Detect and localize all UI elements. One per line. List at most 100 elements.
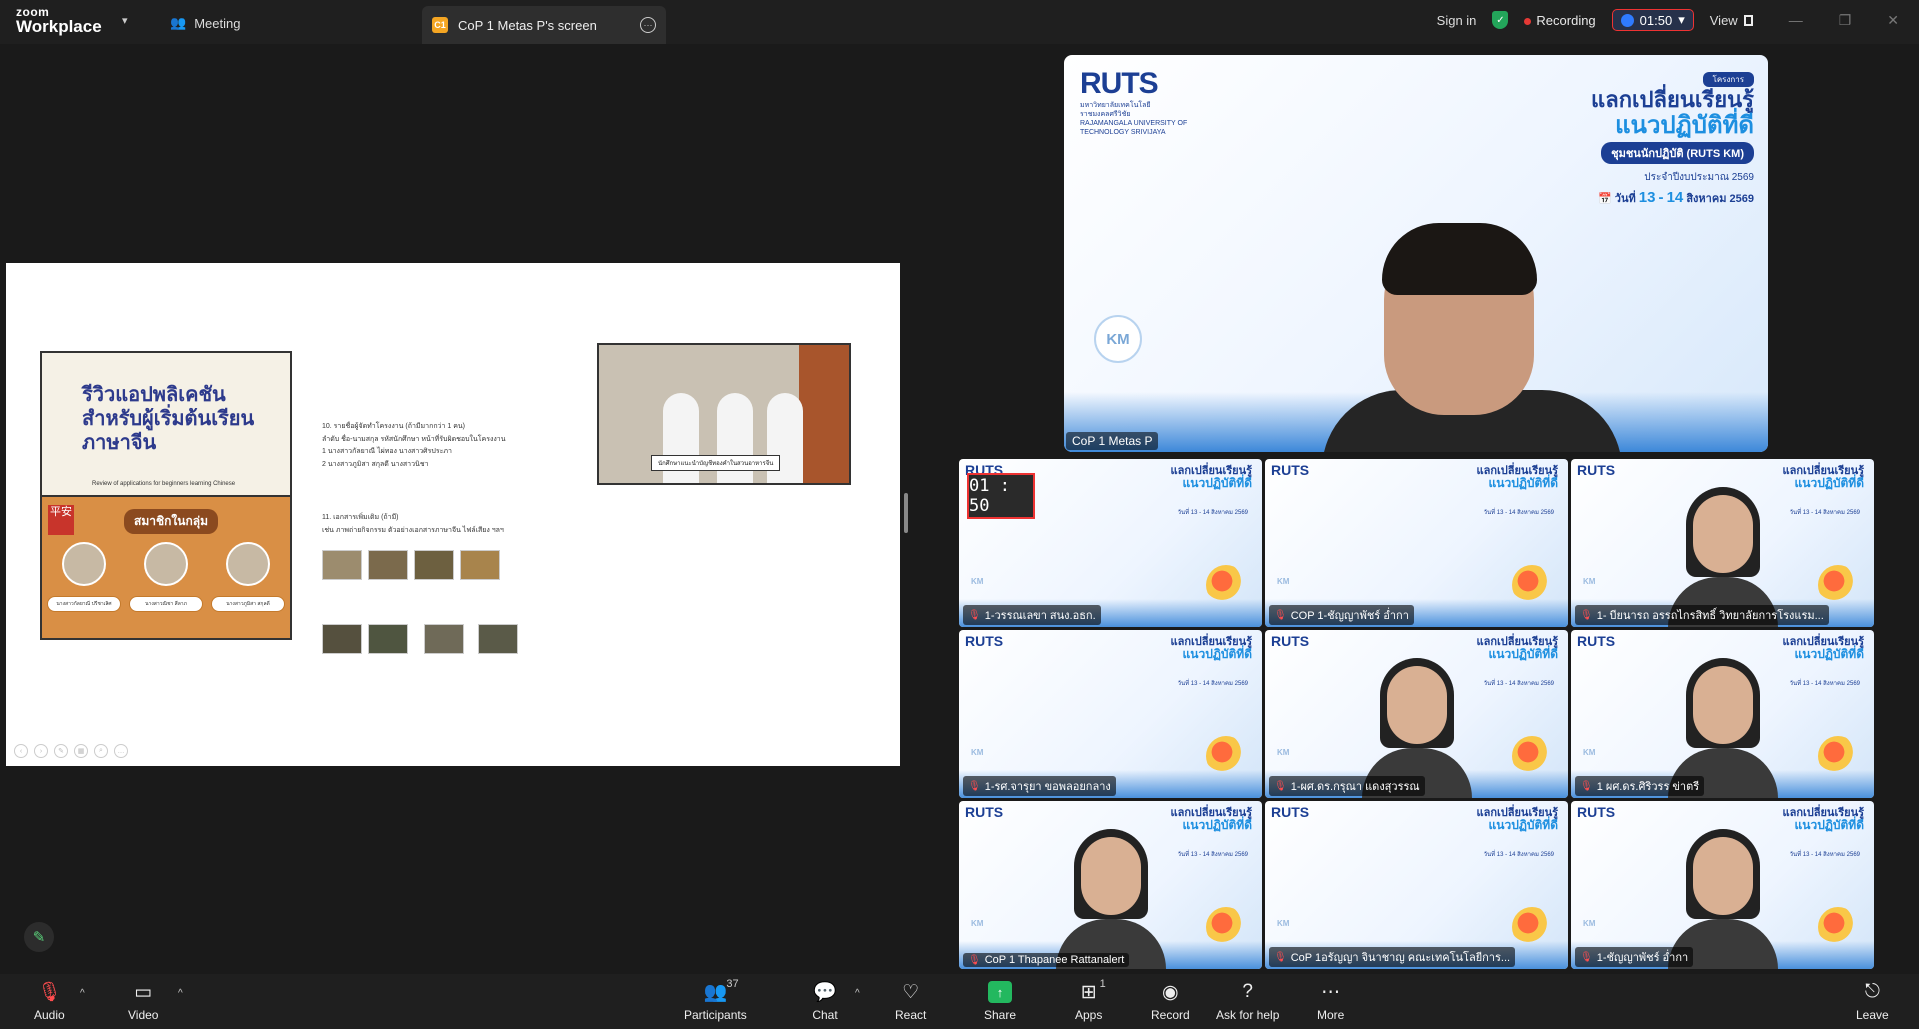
more-button[interactable]: ⋯ More (1317, 980, 1345, 1023)
apps-button[interactable]: ⊞ 1 Apps (1075, 978, 1106, 1022)
participant-name: 🎙 1-วรรณเลขา สนง.อธก. (963, 605, 1101, 625)
tile-decoration (1818, 565, 1858, 605)
chat-button[interactable]: 💬 Chat (812, 980, 838, 1022)
tile-decoration (1206, 907, 1246, 947)
poster-group-label: สมาชิกในกลุ่ม (124, 509, 218, 534)
participant-name-text: CoP 1อรัญญา จินาชาญ คณะเทคโนโลยีการ... (1290, 952, 1511, 964)
close-icon[interactable]: ✕ (1887, 12, 1899, 29)
section-10-row: 1 นางสาวกัลยาณี ไผ่ทอง นางสาวศิรประภา (322, 448, 452, 456)
timer-pill[interactable]: 01:50 ▾ (1611, 9, 1694, 31)
speaker-hair (1382, 223, 1537, 295)
participant-name: 🎙 CoP 1อรัญญา จินาชาญ คณะเทคโนโลยีการ... (1269, 947, 1516, 967)
participant-tile[interactable]: RUTS แลกเปลี่ยนเรียนรู้ แนวปฏิบัติที่ดี วัน… (1571, 630, 1874, 798)
share-button[interactable]: ↑ Share (984, 980, 1016, 1022)
tab-shared-screen[interactable]: C1 CoP 1 Metas P's screen ··· (422, 6, 666, 44)
next-icon[interactable]: › (34, 744, 48, 758)
mic-muted-icon: 🎙 (968, 780, 981, 792)
leave-label: Leave (1856, 1008, 1889, 1022)
tile-decoration (1818, 907, 1858, 947)
active-speaker-video[interactable]: RUTS มหาวิทยาลัยเทคโนโลยี ราชมงคลศรีวิชั… (1064, 55, 1768, 452)
shared-screen[interactable]: รีวิวแอปพลิเคชันสำหรับผู้เริ่มต้นเรียนภา… (6, 263, 900, 766)
audio-button[interactable]: 🎙 Audio (34, 980, 65, 1022)
tab-meeting[interactable]: 👥 Meeting (170, 8, 240, 38)
event-title-1: แลกเปลี่ยนเรียนรู้ (1591, 87, 1754, 112)
participants-button[interactable]: 👥 37 Participants (684, 978, 747, 1022)
share-label: Share (984, 1008, 1017, 1022)
pen-icon[interactable]: ✎ (54, 744, 68, 758)
avatar (62, 542, 106, 586)
video-options-chevron-icon[interactable]: ^ (178, 988, 183, 999)
chevron-down-icon[interactable]: ▾ (122, 14, 128, 27)
share-badge: C1 (432, 17, 448, 33)
ask-for-help-button[interactable]: ? Ask for help (1216, 980, 1279, 1022)
recording-indicator[interactable]: Recording (1524, 13, 1596, 28)
tile-banner: แลกเปลี่ยนเรียนรู้ แนวปฏิบัติที่ดี (1171, 807, 1252, 832)
participant-tile[interactable]: RUTS แลกเปลี่ยนเรียนรู้ แนวปฏิบัติที่ดี วัน… (1265, 801, 1568, 969)
more-label: More (1317, 1008, 1345, 1022)
meeting-icon: 👥 (170, 15, 187, 30)
mic-muted-icon: 🎙 (1274, 780, 1287, 792)
participant-tile[interactable]: RUTS แลกเปลี่ยนเรียนรู้ แนวปฏิบัติที่ดี วัน… (1265, 630, 1568, 798)
tile-ruts-logo: RUTS (1271, 462, 1310, 478)
zoom-icon[interactable]: ⌕ (94, 744, 108, 758)
calendar-icon: 📅 (1598, 192, 1615, 205)
record-button[interactable]: ◉ Record (1151, 980, 1190, 1023)
tile-km: KM (1583, 748, 1596, 757)
event-banner: โครงการ แลกเปลี่ยนเรียนรู้ แนวปฏิบัติที่… (1591, 69, 1754, 207)
zoom-logo: zoom Workplace (16, 6, 102, 35)
video-label: Video (128, 1008, 159, 1022)
participant-name: 🎙 1-รศ.จารุยา ขอพลอยกลาง (963, 776, 1116, 796)
tile-title-2: แนวปฏิบัติที่ดี (1488, 647, 1558, 662)
tile-title-2: แนวปฏิบัติที่ดี (1488, 818, 1558, 833)
more-options-icon[interactable]: ··· (640, 17, 656, 33)
annotate-pen-icon[interactable]: ✎ (24, 922, 54, 952)
tile-date: วันที่ 13 - 14 สิงหาคม 2569 (1789, 852, 1860, 858)
leave-button[interactable]: ⎋ Leave (1856, 980, 1889, 1022)
prev-icon[interactable]: ‹ (14, 744, 28, 758)
member-name: นางสาวณิชา สีลาภ (129, 596, 203, 612)
apps-label: Apps (1075, 1008, 1103, 1022)
heart-icon: ♡ (902, 981, 920, 1003)
participant-name-text: 1 ผศ.ดร.ศิริวรร ข่าตรี (1596, 781, 1700, 793)
tile-date: วันที่ 13 - 14 สิงหาคม 2569 (1177, 681, 1248, 687)
sign-in-button[interactable]: Sign in (1437, 13, 1477, 28)
react-button[interactable]: ♡ React (895, 980, 926, 1023)
participant-tile[interactable]: RUTS แลกเปลี่ยนเรียนรู้ แนวปฏิบัติที่ดี วัน… (959, 630, 1262, 798)
participant-name: 🎙 CoP 1 Thapanee Rattanalert (963, 953, 1130, 967)
maximize-icon[interactable]: ❐ (1839, 12, 1852, 29)
participant-tile[interactable]: RUTS แลกเปลี่ยนเรียนรู้ แนวปฏิบัติที่ดี วัน… (959, 459, 1262, 627)
event-date: 📅 วันที่ 13 - 14 สิงหาคม 2569 (1591, 189, 1754, 207)
participant-figure (1055, 819, 1166, 969)
shield-icon[interactable]: ✓ (1492, 11, 1509, 29)
view-button[interactable]: View (1710, 13, 1753, 28)
participant-tile[interactable]: RUTS แลกเปลี่ยนเรียนรู้ แนวปฏิบัติที่ดี วัน… (1265, 459, 1568, 627)
date-prefix: วันที่ (1614, 192, 1636, 205)
tile-banner: แลกเปลี่ยนเรียนรู้ แนวปฏิบัติที่ดี (1783, 807, 1864, 832)
chat-options-chevron-icon[interactable]: ^ (855, 988, 860, 999)
tile-banner: แลกเปลี่ยนเรียนรู้ แนวปฏิบัติที่ดี (1783, 636, 1864, 661)
tile-km: KM (1277, 748, 1290, 757)
participant-tile[interactable]: RUTS แลกเปลี่ยนเรียนรู้ แนวปฏิบัติที่ดี วัน… (959, 801, 1262, 969)
member-card: นางสาวกัลยาณี ปรีชาเลิศ (47, 542, 121, 612)
participant-face (1692, 666, 1753, 744)
photo-thumb (478, 624, 518, 654)
help-icon: ? (1242, 981, 1253, 1002)
more-icon[interactable]: … (114, 744, 128, 758)
minimize-icon[interactable]: — (1789, 12, 1803, 28)
video-button[interactable]: ▭ Video (128, 980, 159, 1023)
participant-tile[interactable]: RUTS แลกเปลี่ยนเรียนรู้ แนวปฏิบัติที่ดี วัน… (1571, 459, 1874, 627)
member-card: นางสาวณิชา สีลาภ (129, 542, 203, 612)
countdown-clock: 01 : 50 (967, 473, 1035, 519)
tile-banner: แลกเปลี่ยนเรียนรู้ แนวปฏิบัติที่ดี (1171, 636, 1252, 661)
video-thumbnail[interactable]: นักศึกษาแนะนำบัญชีทองคำในสวนอาหารจีน (597, 343, 851, 485)
tile-decoration (1206, 736, 1246, 776)
participant-face (1386, 666, 1447, 744)
tile-km: KM (971, 748, 984, 757)
date-day2: 14 (1666, 188, 1684, 206)
tile-decoration (1512, 907, 1552, 947)
grid-icon[interactable]: ▦ (74, 744, 88, 758)
tile-ruts-logo: RUTS (1577, 633, 1616, 649)
participant-tile[interactable]: RUTS แลกเปลี่ยนเรียนรู้ แนวปฏิบัติที่ดี วัน… (1571, 801, 1874, 969)
resize-handle[interactable] (904, 493, 908, 533)
audio-options-chevron-icon[interactable]: ^ (80, 988, 85, 999)
